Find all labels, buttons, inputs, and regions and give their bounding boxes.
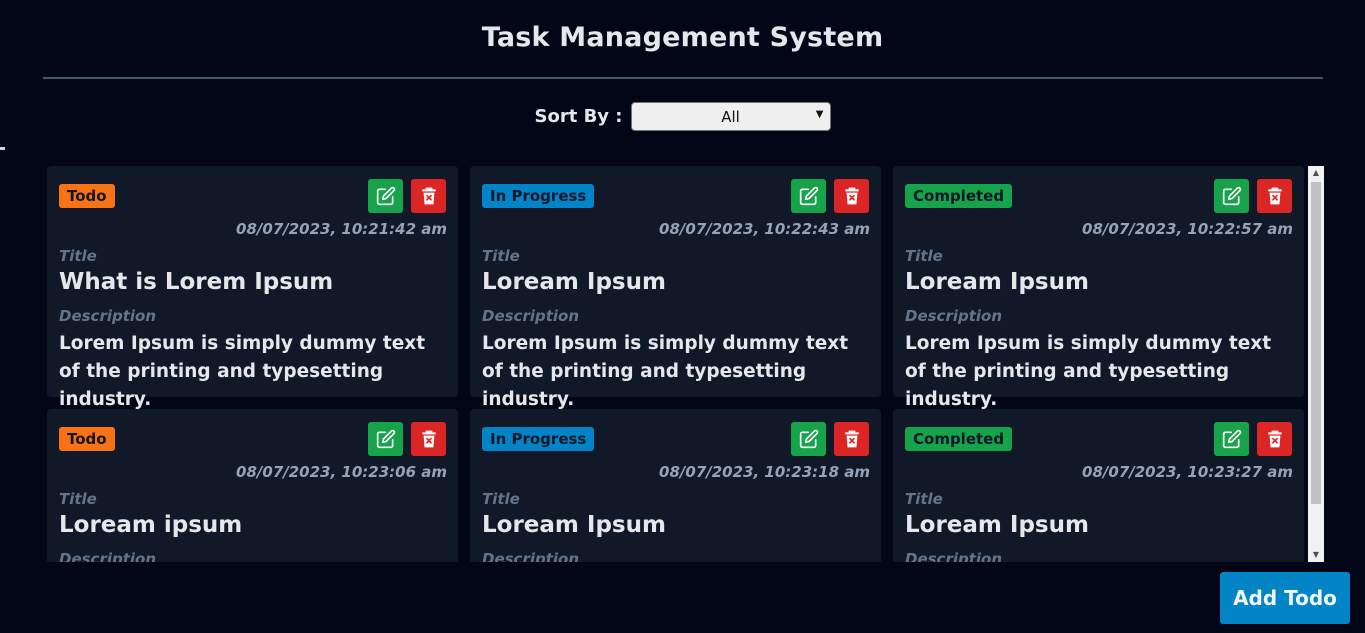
task-description: Lorem Ipsum is simply dummy text of the … — [59, 333, 426, 410]
task-card: Todo 08/07/2023, 10:23:06 am Title Lorea… — [47, 409, 458, 562]
scroll-down-icon[interactable]: ▼ — [1308, 548, 1324, 562]
status-badge: Completed — [905, 427, 1013, 451]
page: Task Management System Sort By : All ▼ T… — [0, 0, 1365, 633]
delete-button[interactable] — [1257, 179, 1292, 213]
trash-icon — [844, 430, 859, 448]
task-timestamp: 08/07/2023, 10:21:42 am — [236, 220, 447, 238]
status-badge: In Progress — [482, 184, 595, 208]
title-label: Title — [905, 247, 943, 265]
edit-button[interactable] — [368, 422, 403, 456]
description-label: Description — [905, 550, 1003, 562]
status-badge: Todo — [59, 427, 115, 451]
task-timestamp: 08/07/2023, 10:23:27 am — [1082, 463, 1293, 481]
title-label: Title — [59, 247, 97, 265]
status-badge: Todo — [59, 184, 115, 208]
task-title: Loream Ipsum — [905, 512, 1089, 538]
status-badge: In Progress — [482, 427, 595, 451]
task-list[interactable]: Todo 08/07/2023, 10:21:42 am Title What … — [47, 166, 1324, 562]
task-timestamp: 08/07/2023, 10:23:18 am — [659, 463, 870, 481]
description-label: Description — [905, 307, 1003, 325]
task-card: In Progress 08/07/2023, 10:22:43 am Titl… — [470, 166, 881, 410]
task-card: Completed 08/07/2023, 10:22:57 am Title … — [893, 166, 1304, 410]
task-timestamp: 08/07/2023, 10:22:43 am — [659, 220, 870, 238]
task-title: Loream Ipsum — [905, 269, 1089, 295]
edit-button[interactable] — [1214, 179, 1249, 213]
page-title: Task Management System — [481, 22, 884, 53]
task-card: Completed 08/07/2023, 10:23:27 am Title … — [893, 409, 1304, 562]
task-card: In Progress 08/07/2023, 10:23:18 am Titl… — [470, 409, 881, 562]
trash-icon — [1267, 187, 1282, 205]
task-description: Lorem Ipsum is simply dummy text of the … — [482, 333, 849, 410]
edit-icon — [1222, 186, 1241, 206]
add-todo-button[interactable]: Add Todo — [1220, 572, 1350, 624]
delete-button[interactable] — [411, 179, 446, 213]
title-label: Title — [482, 490, 520, 508]
edit-icon — [376, 429, 395, 449]
title-label: Title — [905, 490, 943, 508]
edit-button[interactable] — [791, 422, 826, 456]
stray-mark — [0, 147, 5, 150]
sort-label: Sort By : — [534, 106, 623, 127]
divider — [43, 77, 1323, 79]
edit-icon — [1222, 429, 1241, 449]
task-title: Loream Ipsum — [482, 269, 666, 295]
edit-button[interactable] — [791, 179, 826, 213]
task-timestamp: 08/07/2023, 10:22:57 am — [1082, 220, 1293, 238]
task-title: Loream ipsum — [59, 512, 243, 538]
title-label: Title — [59, 490, 97, 508]
scrollbar[interactable]: ▲ ▼ — [1308, 166, 1324, 562]
task-title: Loream Ipsum — [482, 512, 666, 538]
description-label: Description — [59, 550, 157, 562]
task-timestamp: 08/07/2023, 10:23:06 am — [236, 463, 447, 481]
delete-button[interactable] — [834, 179, 869, 213]
trash-icon — [844, 187, 859, 205]
delete-button[interactable] — [834, 422, 869, 456]
scroll-up-icon[interactable]: ▲ — [1308, 166, 1324, 180]
trash-icon — [1267, 430, 1282, 448]
sort-select[interactable]: All ▼ — [630, 102, 831, 131]
task-title: What is Lorem Ipsum — [59, 269, 334, 295]
delete-button[interactable] — [1257, 422, 1292, 456]
trash-icon — [421, 430, 436, 448]
edit-icon — [376, 186, 395, 206]
sort-selected-value: All — [721, 107, 740, 126]
edit-button[interactable] — [1214, 422, 1249, 456]
sort-row: Sort By : All ▼ — [0, 102, 1365, 131]
edit-button[interactable] — [368, 179, 403, 213]
delete-button[interactable] — [411, 422, 446, 456]
status-badge: Completed — [905, 184, 1013, 208]
scrollbar-thumb[interactable] — [1311, 182, 1321, 504]
edit-icon — [799, 186, 818, 206]
title-label: Title — [482, 247, 520, 265]
description-label: Description — [59, 307, 157, 325]
task-description: Lorem Ipsum is simply dummy text of the … — [905, 333, 1272, 410]
chevron-down-icon: ▼ — [815, 109, 824, 120]
description-label: Description — [482, 550, 580, 562]
edit-icon — [799, 429, 818, 449]
trash-icon — [421, 187, 436, 205]
description-label: Description — [482, 307, 580, 325]
task-card: Todo 08/07/2023, 10:21:42 am Title What … — [47, 166, 458, 410]
